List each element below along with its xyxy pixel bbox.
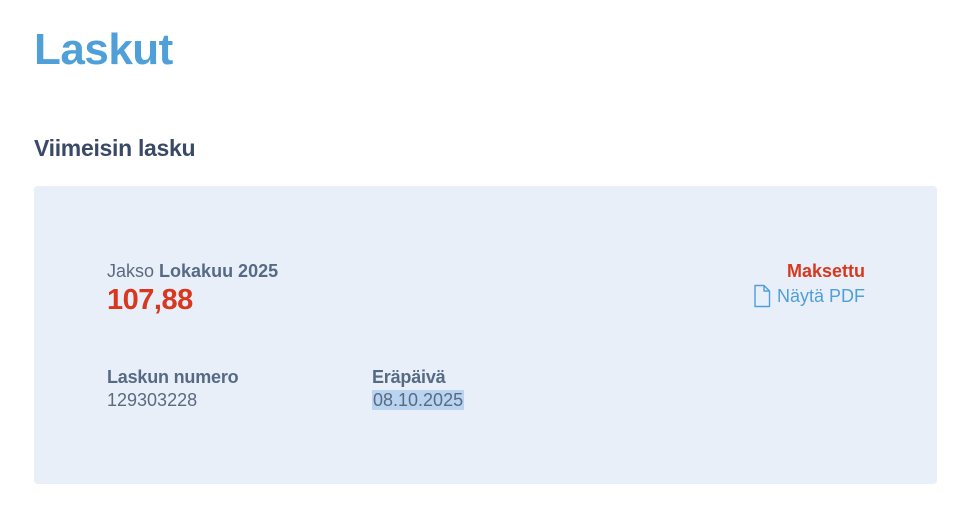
- invoice-number-value: 129303228: [107, 390, 198, 410]
- invoice-number-label: Laskun numero: [107, 367, 239, 387]
- status-badge: Maksettu: [786, 261, 865, 281]
- due-date-field: 08.10.2025: [372, 389, 465, 411]
- section-title-latest-invoice: Viimeisin lasku: [34, 135, 196, 161]
- view-pdf-label: Näytä PDF: [776, 286, 865, 306]
- document-icon: [753, 284, 771, 308]
- period-label: Jakso: [107, 261, 155, 281]
- due-date-value: 08.10.2025: [372, 390, 465, 410]
- page-title: Laskut: [34, 25, 173, 74]
- period-value: Lokakuu 2025: [159, 261, 279, 281]
- latest-invoice-card: Jakso Lokakuu 2025 107,88 Maksettu Näytä…: [34, 186, 937, 484]
- invoices-page: Laskut Viimeisin lasku Jakso Lokakuu 202…: [0, 0, 960, 511]
- invoice-amount: 107,88: [107, 284, 193, 316]
- due-date-label: Eräpäivä: [372, 367, 446, 387]
- view-pdf-link[interactable]: Näytä PDF: [753, 284, 865, 308]
- billing-period: Jakso Lokakuu 2025: [107, 260, 278, 282]
